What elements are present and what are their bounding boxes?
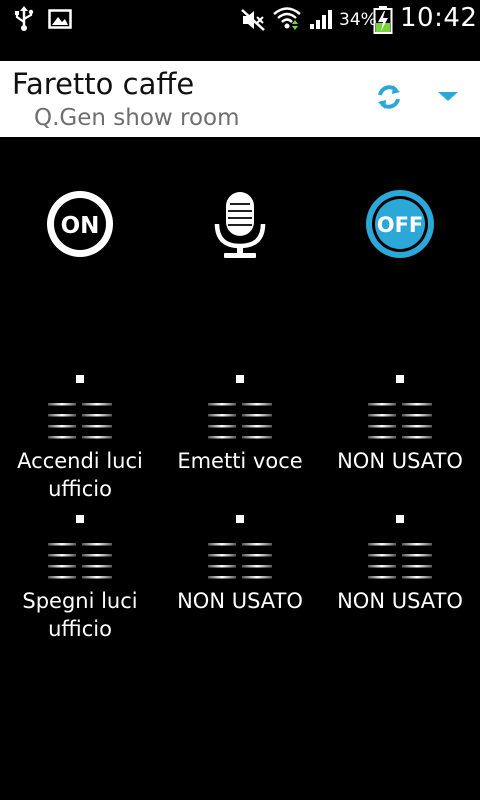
command-item[interactable]: Spegni luci ufficio [0,515,160,645]
command-item[interactable]: NON USATO [160,515,320,645]
equalizer-icon [368,543,432,579]
command-label-line2: ufficio [48,477,112,501]
refresh-icon[interactable] [369,77,409,117]
command-label-line1: NON USATO [337,449,463,473]
equalizer-icon [208,403,272,439]
status-indicator [236,515,244,523]
command-label: Emetti voce [160,447,320,475]
equalizer-icon [368,403,432,439]
status-indicator [396,515,404,523]
page-title: Faretto caffe [12,67,195,101]
room-subtitle: Q.Gen show room [34,105,240,131]
status-indicator [396,375,404,383]
command-item[interactable]: Emetti voce [160,375,320,505]
command-label-line1: NON USATO [177,589,303,613]
command-label-line2: ufficio [48,617,112,641]
equalizer-icon [208,543,272,579]
equalizer-icon [48,543,112,579]
dropdown-icon[interactable] [428,77,468,117]
battery-charging-icon [373,6,393,34]
command-label-line1: NON USATO [337,589,463,613]
command-label-line1: Spegni luci [22,589,138,613]
microphone-icon[interactable] [200,184,280,264]
clock: 10:42 [400,3,478,33]
gallery-icon [48,9,72,29]
equalizer-icon [48,403,112,439]
command-item[interactable]: NON USATO [320,515,480,645]
device-header: Faretto caffe Q.Gen show room [0,61,480,137]
status-indicator [76,515,84,523]
wifi-icon [273,7,301,30]
on-label: ON [61,213,100,239]
command-label: Spegni luci ufficio [0,587,160,643]
mute-icon [241,9,265,31]
status-indicator [76,375,84,383]
command-label: NON USATO [160,587,320,615]
signal-icon [310,10,332,29]
command-label-line1: Accendi luci [17,449,143,473]
command-label: Accendi luci ufficio [0,447,160,503]
command-label: NON USATO [320,447,480,475]
off-label: OFF [377,213,424,237]
command-item[interactable]: NON USATO [320,375,480,505]
command-label-line1: Emetti voce [177,449,303,473]
status-bar: 34% 10:42 [0,0,480,38]
command-item[interactable]: Accendi luci ufficio [0,375,160,505]
command-label: NON USATO [320,587,480,615]
status-indicator [236,375,244,383]
battery-percent: 34% [339,10,377,30]
off-button[interactable]: OFF [360,184,440,264]
on-button[interactable]: ON [40,184,120,264]
usb-icon [15,6,34,31]
